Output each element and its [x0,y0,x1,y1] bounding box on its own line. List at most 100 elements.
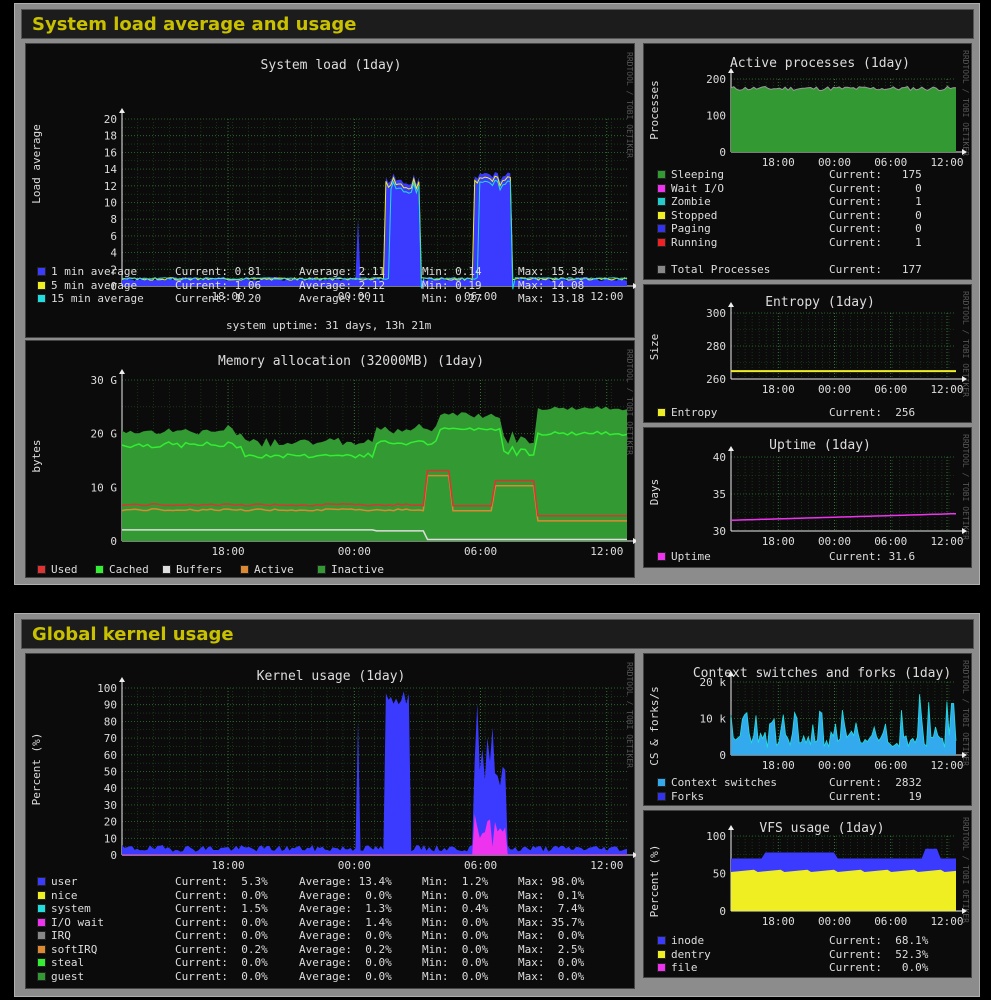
y-axis-label: Days [648,479,661,506]
section-system-load: System load average and usage System loa… [14,3,980,585]
y-axis-label: Processes [648,80,661,140]
y-tick-label: 0 [110,849,117,862]
y-tick-label: 30 G [91,374,118,387]
legend-average: Average: 0.0% [299,929,392,942]
rrdtool-watermark: RRDTOOL / TOBI OETIKER [961,434,970,540]
legend-name: guest [51,969,85,983]
legend-swatch [657,963,666,972]
legend-item: IRQ Current: 0.0% Average: 0.0% Min: 0.0% Ma… [37,929,627,943]
legend-swatch [657,949,666,959]
legend-swatch [657,210,666,220]
legend-item [657,249,967,263]
y-axis-label: Load average [30,124,43,203]
y-tick-label: 16 [104,146,117,159]
x-tick-label: 06:00 [874,759,907,772]
legend-current: Current: 52.3% [829,947,929,961]
legend-name: Sleeping [671,168,724,181]
legend-average: Average: 0.0% [299,888,392,902]
legend-name: system [51,902,91,915]
legend-max: Max: 98.0% [518,875,585,888]
y-tick-label: 0 [719,905,726,918]
graph-system-load[interactable]: System load (1day) Load average RRDTOOL … [25,43,636,338]
y-tick-label: 90 [104,699,117,712]
legend-min: Min: 0.0% [422,942,489,956]
graph-title: Entropy (1day) [765,295,875,310]
y-tick-label: 80 [104,715,117,728]
x-tick-label: 00:00 [818,383,851,396]
graph-kernel-usage[interactable]: Kernel usage (1day) Percent (%) RRDTOOL … [25,653,636,989]
y-tick-label: 6 [110,230,117,243]
graph-entropy[interactable]: Entropy (1day) Size RRDTOOL / TOBI OETIK… [643,284,972,423]
legend-swatch [657,936,666,945]
legend-item: Zombie Current: 1 [657,195,967,209]
legend-current: Current: 31.6 [829,550,916,563]
legend: inode Current: 68.1% dentry Current: 52.3% f… [657,934,967,975]
legend: user Current: 5.3% Average: 13.4% Min: 1.2%… [37,875,627,983]
legend-swatch [162,565,171,574]
legend: Uptime Current: 31.6 [657,550,967,564]
legend-name: Used [51,563,78,576]
x-tick-label: 00:00 [818,535,851,548]
legend-swatch [37,267,46,276]
y-axis-arrow [119,369,125,374]
x-tick-label: 18:00 [762,383,795,396]
legend-item: softIRQ Current: 0.2% Average: 0.2% Min: 0.… [37,943,627,957]
legend-current: Current: 0.0% [175,969,268,983]
legend-average: Average: 0.0% [299,969,392,983]
legend-average: Average: 1.3% [299,902,392,915]
graph-uptime[interactable]: Uptime (1day) Days RRDTOOL / TOBI OETIKE… [643,427,972,568]
y-tick-label: 30 [104,799,117,812]
legend-name: Inactive [331,563,384,576]
legend-item: user Current: 5.3% Average: 13.4% Min: 1.2%… [37,875,627,889]
y-axis-arrow [119,108,125,113]
x-tick-label: 18:00 [211,859,244,872]
legend-name: 5 min average [51,278,138,292]
y-axis-arrow [728,446,734,451]
legend-item: Total Processes Current: 177 [657,263,967,277]
legend: Entropy Current: 256 [657,406,967,420]
legend-current: Current: 19 [829,789,922,803]
legend-name: Zombie [671,195,711,208]
legend-name: steal [51,956,85,969]
legend-max: Max: 2.5% [518,942,585,956]
entropy-chart: Entropy (1day) Size RRDTOOL / TOBI OETIK… [648,291,970,397]
rrdtool-watermark: RRDTOOL / TOBI OETIKER [961,50,970,156]
graph-vfs-usage[interactable]: VFS usage (1day) Percent (%) RRDTOOL / T… [643,810,972,978]
x-tick-label: 06:00 [874,915,907,928]
legend-average: Average: 2.11 [299,292,386,305]
legend-item: Forks Current: 19 [657,790,967,804]
legend-swatch [37,877,46,886]
legend-current: Current: 68.1% [829,934,929,947]
legend-current: Current: 1.20 [175,292,262,305]
legend-current: Current: 177 [829,262,922,276]
memory-chart: Memory allocation (32000MB) (1day) bytes… [30,349,636,558]
legend-name: Buffers [176,563,223,576]
y-axis-label: CS & forks/s [648,686,661,765]
x-axis-arrow [633,538,636,544]
y-tick-label: 40 [713,451,726,464]
graph-active-processes[interactable]: Active processes (1day) Processes RRDTOO… [643,43,972,280]
y-tick-label: 0 [110,535,117,548]
graph-title: Uptime (1day) [769,438,871,453]
legend-min: Min: 1.2% [422,875,489,888]
legend-item: I/O wait Current: 0.0% Average: 1.4% Min: 0… [37,916,627,930]
legend-min: Min: 0.14 [422,265,482,278]
y-tick-label: 260 [706,373,726,386]
y-tick-label: 14 [104,163,118,176]
x-tick-label: 06:00 [464,545,497,558]
x-tick-label: 00:00 [818,759,851,772]
y-tick-label: 20 k [700,676,727,689]
x-tick-label: 18:00 [762,915,795,928]
x-tick-label: 12:00 [930,383,963,396]
legend-item: nice Current: 0.0% Average: 0.0% Min: 0.0% M… [37,889,627,903]
y-tick-label: 4 [110,247,117,260]
graph-context-switches[interactable]: Context switches and forks (1day) CS & f… [643,653,972,806]
legend-current: Current: 0 [829,181,922,195]
legend-name: dentry [671,947,711,961]
legend-swatch [317,565,326,574]
legend-item: 15 min average Current: 1.20 Average: 2.11… [37,292,627,306]
graph-memory-allocation[interactable]: Memory allocation (32000MB) (1day) bytes… [25,340,636,578]
x-tick-label: 18:00 [211,545,244,558]
y-tick-label: 300 [706,307,726,320]
x-tick-label: 00:00 [338,545,371,558]
